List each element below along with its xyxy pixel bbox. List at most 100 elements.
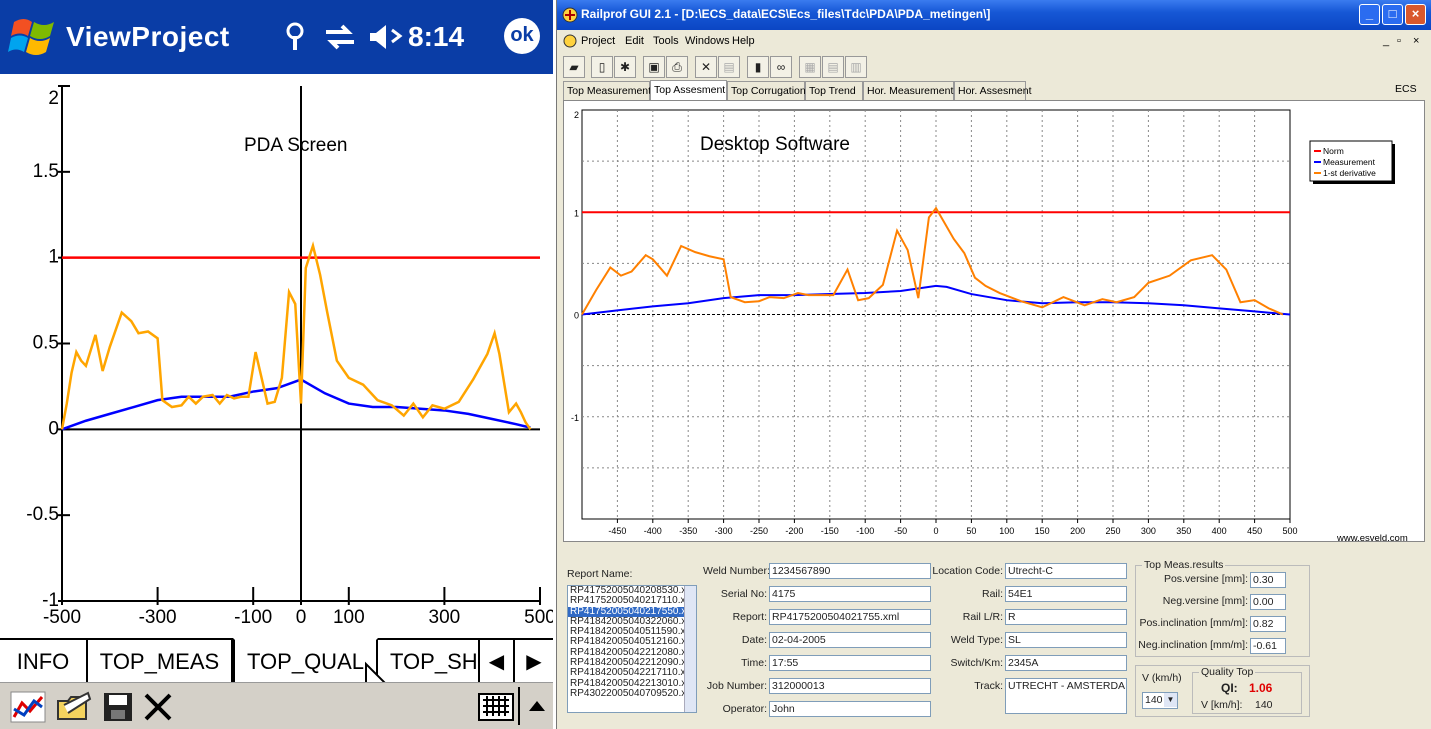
pda-app-title: ViewProject xyxy=(66,21,230,52)
tab-top-meas[interactable]: TOP_MEAS xyxy=(88,640,233,684)
date-label: Date: xyxy=(741,634,767,646)
chevron-down-icon[interactable]: ▼ xyxy=(1164,693,1177,707)
date-field[interactable]: 02-04-2005 xyxy=(769,632,931,648)
menu-tools[interactable]: Tools xyxy=(653,35,679,47)
menu-project[interactable]: Project xyxy=(581,35,615,47)
operator-field[interactable]: John xyxy=(769,701,931,717)
keyboard-icon[interactable] xyxy=(478,693,514,721)
serial-no-field[interactable]: 4175 xyxy=(769,586,931,602)
delete-icon[interactable]: ✕ xyxy=(695,56,717,78)
import-icon[interactable]: ✱ xyxy=(614,56,636,78)
x-tick-label: 150 xyxy=(1035,526,1050,536)
neg-inclination-label: Neg.inclination [mm/m]: xyxy=(1138,639,1248,651)
mdi-close-icon[interactable]: × xyxy=(1413,35,1419,47)
neg-inclination-field[interactable]: -0.61 xyxy=(1250,638,1286,654)
qi-label: QI: xyxy=(1221,681,1238,695)
time-field[interactable]: 17:55 xyxy=(769,655,931,671)
weld-number-label: Weld Number: xyxy=(703,565,770,577)
toolbar: ▰ ▯ ✱ ▣ ⎙ ✕ ▤ ▮ ∞ ▦ ▤ ▥ xyxy=(557,54,1431,80)
tab-hor-assesment[interactable]: Hor. Assesment xyxy=(954,81,1032,100)
x-tick-label: 200 xyxy=(1070,526,1085,536)
tab-scroll-left-icon[interactable]: ◀ xyxy=(480,640,515,684)
neg-versine-field[interactable]: 0.00 xyxy=(1250,594,1286,610)
x-tick-label: 0 xyxy=(296,607,307,628)
menu-windows[interactable]: Windows xyxy=(685,35,730,47)
save-icon[interactable] xyxy=(102,691,134,723)
list-item[interactable]: RP43022005040709520.xml xyxy=(568,688,696,699)
weld-type-field[interactable]: SL xyxy=(1005,632,1127,648)
pda-title-bar: ViewProject 8:14 ok xyxy=(0,0,553,74)
rail-field[interactable]: 54E1 xyxy=(1005,586,1127,602)
x-tick-label: 400 xyxy=(1212,526,1227,536)
tile-horizontal-icon[interactable]: ▤ xyxy=(822,56,844,78)
legend-entry: Norm xyxy=(1323,146,1344,156)
print-preview-icon[interactable]: ▣ xyxy=(643,56,665,78)
binoculars-icon[interactable]: ∞ xyxy=(770,56,792,78)
legend-entry: Measurement xyxy=(1323,157,1376,167)
new-document-icon[interactable]: ▯ xyxy=(591,56,613,78)
tab-top-measurement[interactable]: Top Measurement xyxy=(563,81,651,100)
website-label: www.esveld.com xyxy=(1337,533,1408,544)
maximize-button[interactable]: □ xyxy=(1382,4,1403,25)
assessment-plot: -1 0 1 2 -450 -400 -350 -300 -250 -200 -150 -100 -50… xyxy=(563,100,1425,542)
chart-icon[interactable] xyxy=(10,691,46,723)
tab-top-corrugation[interactable]: Top Corrugation xyxy=(727,81,806,100)
view-tabs: Top Measurement Top Assesment Top Corrug… xyxy=(557,80,1431,100)
ok-icon[interactable]: ok xyxy=(504,18,540,54)
speed-select[interactable]: 140 ▼ xyxy=(1142,692,1178,709)
close-icon[interactable] xyxy=(142,691,174,723)
close-button[interactable]: × xyxy=(1405,4,1426,25)
list-scrollbar[interactable] xyxy=(684,586,696,712)
open-folder-icon[interactable]: ▰ xyxy=(563,56,585,78)
x-tick-label: 250 xyxy=(1105,526,1120,536)
menu-help[interactable]: Help xyxy=(732,35,755,47)
x-tick-label: -450 xyxy=(608,526,626,536)
tile-vertical-icon[interactable]: ▥ xyxy=(845,56,867,78)
location-code-field[interactable]: Utrecht-C xyxy=(1005,563,1127,579)
pda-clock: 8:14 xyxy=(408,21,465,52)
start-menu-icon[interactable] xyxy=(8,14,58,60)
quality-top-group: Quality Top QI: 1.06 V [km/h]: 140 xyxy=(1192,666,1302,714)
pda-command-bar xyxy=(0,682,553,729)
sync-icon xyxy=(326,24,354,50)
tab-top-qual[interactable]: TOP_QUAL xyxy=(233,638,378,684)
menu-edit[interactable]: Edit xyxy=(625,35,644,47)
job-number-field[interactable]: 312000013 xyxy=(769,678,931,694)
command-bar-divider xyxy=(518,687,520,725)
neg-versine-label: Neg.versine [mm]: xyxy=(1162,595,1248,607)
cascade-icon[interactable]: ▦ xyxy=(799,56,821,78)
tab-top-trend[interactable]: Top Trend xyxy=(805,81,863,100)
folder-icon[interactable] xyxy=(56,691,92,723)
tab-scroll-right-icon[interactable]: ▶ xyxy=(515,640,553,684)
pda-connect-icon[interactable]: ▮ xyxy=(747,56,769,78)
x-tick-label: -200 xyxy=(785,526,803,536)
y-tick-label: 2 xyxy=(574,110,579,120)
mdi-restore-icon[interactable]: ▫ xyxy=(1397,35,1401,47)
tab-hor-measurement[interactable]: Hor. Measurement xyxy=(863,81,954,100)
window-title-bar: Railprof GUI 2.1 - [D:\ECS_data\ECS\Ecs_… xyxy=(557,0,1431,30)
minimize-button[interactable]: _ xyxy=(1359,4,1380,25)
tab-info[interactable]: INFO xyxy=(0,640,88,684)
speed-quality-group: V (km/h) 140 ▼ Quality Top QI: 1.06 V [k… xyxy=(1135,665,1310,717)
signal-icon xyxy=(286,22,304,50)
switch-km-field[interactable]: 2345A xyxy=(1005,655,1127,671)
y-tick-label: 1 xyxy=(574,208,579,218)
pda-screen: ViewProject 8:14 ok -1 -0.5 0 0.5 1 1.5 2 -500-… xyxy=(0,0,553,729)
weld-number-field[interactable]: 1234567890 xyxy=(769,563,931,579)
mdi-minimize-icon[interactable]: _ xyxy=(1383,35,1389,47)
report-list[interactable]: RP41752005040208530.xml RP41752005040217… xyxy=(567,585,697,713)
track-field[interactable]: UTRECHT - AMSTERDAM xyxy=(1005,678,1127,714)
report-field[interactable]: RP4175200504021755.xml xyxy=(769,609,931,625)
tab-top-assesment[interactable]: Top Assesment xyxy=(650,80,727,100)
desktop-chart: -1 0 1 2 -450 -400 -350 -300 -250 -200 -150 -100 -50… xyxy=(571,109,1395,536)
save-icon[interactable]: ▤ xyxy=(718,56,740,78)
x-tick-label: -50 xyxy=(894,526,907,536)
x-tick-label: 450 xyxy=(1247,526,1262,536)
pos-inclination-field[interactable]: 0.82 xyxy=(1250,616,1286,632)
arrow-up-icon[interactable] xyxy=(526,695,548,717)
speaker-icon[interactable] xyxy=(368,22,404,52)
pos-versine-field[interactable]: 0.30 xyxy=(1250,572,1286,588)
print-icon[interactable]: ⎙ xyxy=(666,56,688,78)
y-tick-label: 0 xyxy=(574,311,579,321)
rail-lr-field[interactable]: R xyxy=(1005,609,1127,625)
